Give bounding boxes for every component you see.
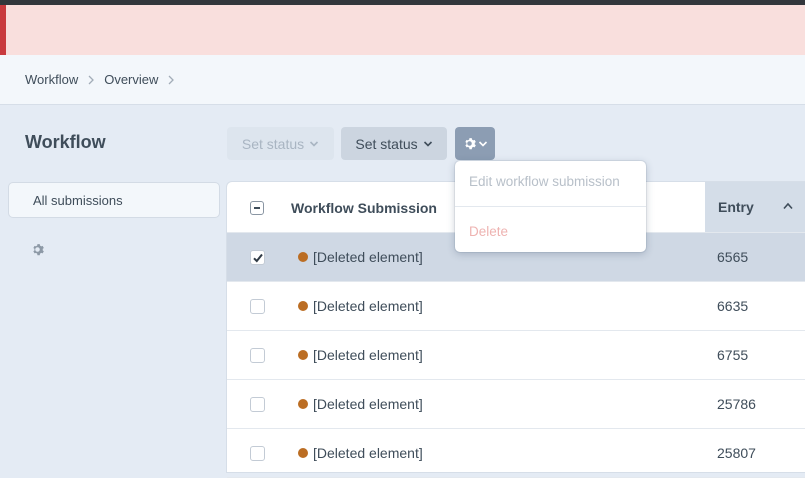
column-header-entry[interactable]: Entry <box>705 182 805 232</box>
set-status-button[interactable]: Set status <box>341 127 447 160</box>
row-title-link[interactable]: [Deleted element] <box>313 249 423 265</box>
chevron-down-icon <box>423 139 433 149</box>
table-row[interactable]: [Deleted element] 6755 <box>227 331 805 380</box>
checkmark-icon <box>252 252 264 264</box>
chevron-right-icon <box>84 73 98 87</box>
menu-divider <box>455 206 646 207</box>
table-row[interactable]: [Deleted element] 25786 <box>227 380 805 429</box>
sidebar-item-label: All submissions <box>33 192 123 208</box>
status-dot <box>298 399 308 409</box>
row-entry: 6565 <box>717 249 749 265</box>
row-title-link[interactable]: [Deleted element] <box>313 298 423 314</box>
gear-icon <box>463 137 476 150</box>
table-row[interactable]: [Deleted element] 25807 <box>227 429 805 478</box>
alert-banner <box>0 5 805 55</box>
set-status-label: Set status <box>241 135 305 152</box>
table-row[interactable]: [Deleted element] 6635 <box>227 282 805 331</box>
set-status-label: Set status <box>355 135 418 152</box>
select-all-checkbox[interactable] <box>250 201 264 215</box>
actions-menu-button[interactable] <box>455 127 495 160</box>
row-entry: 6635 <box>717 298 749 314</box>
row-entry: 6755 <box>717 347 749 363</box>
row-checkbox[interactable] <box>250 446 265 461</box>
row-title-link[interactable]: [Deleted element] <box>313 347 423 363</box>
sidebar-item-all-submissions[interactable]: All submissions <box>8 182 220 218</box>
column-header-entry-label: Entry <box>718 199 754 215</box>
row-entry: 25786 <box>717 396 756 412</box>
row-entry: 25807 <box>717 445 756 461</box>
gear-icon[interactable] <box>31 243 44 256</box>
menu-item-delete: Delete <box>469 224 509 239</box>
chevron-down-icon <box>309 139 319 149</box>
chevron-down-icon <box>478 139 488 149</box>
row-checkbox[interactable] <box>250 299 265 314</box>
status-dot <box>298 448 308 458</box>
menu-item-edit-submission: Edit workflow submission <box>469 174 620 189</box>
actions-dropdown-menu: Edit workflow submission Delete <box>455 161 646 252</box>
breadcrumb: Workflow Overview <box>0 55 805 105</box>
breadcrumb-workflow[interactable]: Workflow <box>25 72 78 87</box>
column-header-title[interactable]: Workflow Submission <box>291 200 437 216</box>
row-checkbox[interactable] <box>250 348 265 363</box>
breadcrumb-overview[interactable]: Overview <box>104 72 158 87</box>
chevron-right-icon <box>164 73 178 87</box>
set-status-button-disabled: Set status <box>227 127 334 160</box>
row-checkbox[interactable] <box>250 250 265 265</box>
page-title: Workflow <box>25 132 106 152</box>
row-title-link[interactable]: [Deleted element] <box>313 445 423 461</box>
row-title-link[interactable]: [Deleted element] <box>313 396 423 412</box>
status-dot <box>298 301 308 311</box>
status-dot <box>298 252 308 262</box>
status-dot <box>298 350 308 360</box>
row-checkbox[interactable] <box>250 397 265 412</box>
sort-ascending-icon <box>783 202 793 210</box>
